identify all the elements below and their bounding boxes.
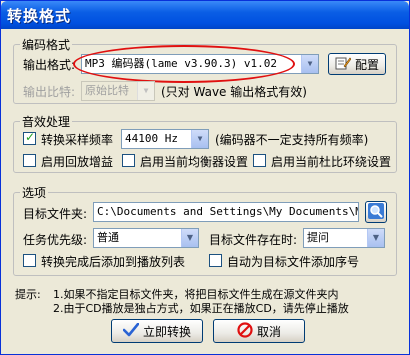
hint-line-2: 2.由于CD播放是独占方式，如果正在播放CD，请先停止播放 <box>53 302 349 315</box>
encoding-group-legend: 编码格式 <box>20 36 73 53</box>
cancel-icon <box>237 321 253 341</box>
dialog-title: 转换格式 <box>7 7 72 25</box>
config-button[interactable]: 配置 <box>328 53 386 75</box>
output-format-label: 输出格式: <box>23 58 76 72</box>
chevron-down-icon[interactable]: ▼ <box>181 229 198 247</box>
equalizer-checkbox[interactable] <box>122 154 135 167</box>
add-to-playlist-label: 转换完成后添加到播放列表 <box>41 255 186 269</box>
target-folder-label: 目标文件夹: <box>23 207 88 221</box>
bitrate-label: 输出比特: <box>23 85 76 99</box>
chevron-down-icon[interactable]: ▼ <box>301 55 318 73</box>
file-exists-value: 提问 <box>307 231 329 244</box>
replay-gain-label: 启用回放增益 <box>41 155 114 169</box>
convert-now-button[interactable]: 立即转换 <box>111 319 203 343</box>
config-button-label: 配置 <box>354 57 379 72</box>
title-bar[interactable]: 转换格式 <box>1 1 409 29</box>
cancel-label: 取消 <box>256 324 281 339</box>
bitrate-note: (只对 Wave 输出格式有效) <box>161 85 307 99</box>
chevron-down-icon[interactable]: ▼ <box>367 229 384 247</box>
file-exists-select[interactable]: 提问 ▼ <box>303 228 385 248</box>
chevron-down-icon[interactable]: ▼ <box>137 82 154 100</box>
add-sequence-label: 自动为目标文件添加序号 <box>227 255 360 269</box>
priority-label: 任务优先级: <box>23 233 88 247</box>
bitrate-select[interactable]: 原始比特 ▼ <box>81 81 155 101</box>
file-exists-label: 目标文件存在时: <box>209 233 298 247</box>
convert-format-dialog: 转换格式 编码格式 输出格式: MP3 编码器(lame v3.90.3) v1… <box>0 0 410 355</box>
target-folder-value: C:\Documents and Settings\My Documents\M… <box>97 205 358 218</box>
bitrate-value: 原始比特 <box>85 84 129 97</box>
equalizer-label: 启用当前均衡器设置 <box>140 155 249 169</box>
target-folder-input[interactable]: C:\Documents and Settings\My Documents\M… <box>93 202 359 222</box>
priority-select[interactable]: 普通 ▼ <box>93 228 199 248</box>
dolby-label: 启用当前杜比环绕设置 <box>271 155 392 169</box>
audio-group-legend: 音效处理 <box>20 113 73 130</box>
highlight-annotation-oval <box>73 45 295 83</box>
sample-rate-value: 44100 Hz <box>125 132 178 145</box>
add-to-playlist-checkbox[interactable] <box>23 254 36 267</box>
chevron-down-icon[interactable]: ▼ <box>191 130 208 148</box>
cancel-button[interactable]: 取消 <box>213 319 305 343</box>
sample-rate-select[interactable]: 44100 Hz ▼ <box>121 129 209 149</box>
edit-icon <box>335 56 352 73</box>
hint-prefix: 提示: <box>15 288 41 301</box>
checkmark-icon <box>122 322 140 340</box>
priority-value: 普通 <box>97 231 119 244</box>
convert-now-label: 立即转换 <box>142 324 191 339</box>
resample-checkbox[interactable] <box>23 130 36 145</box>
options-group-legend: 选项 <box>20 184 49 201</box>
replay-gain-checkbox[interactable] <box>23 154 36 167</box>
sample-rate-note: (编码器不一定支持所有频率) <box>215 133 369 147</box>
search-icon <box>368 202 384 222</box>
add-sequence-checkbox[interactable] <box>209 254 222 267</box>
browse-folder-button[interactable] <box>365 201 387 223</box>
resample-label: 转换采样频率 <box>41 133 114 147</box>
dolby-checkbox[interactable] <box>253 154 266 167</box>
